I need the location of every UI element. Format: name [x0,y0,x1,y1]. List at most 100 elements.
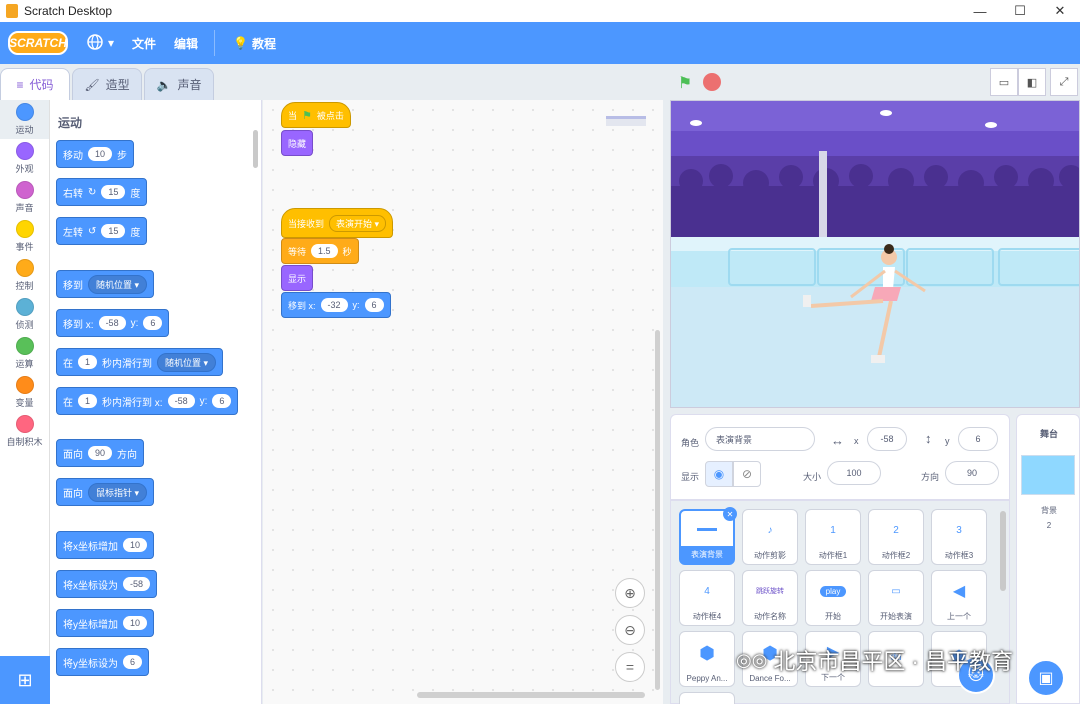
direction-input[interactable]: 90 [945,461,999,485]
large-stage-button[interactable]: ◧ [1018,68,1046,96]
block-input[interactable]: 6 [123,655,143,669]
sprite-tile[interactable]: 1 动作框1 [805,509,861,565]
block-input[interactable]: 6 [364,298,384,312]
block-input[interactable]: -58 [167,394,195,408]
tab-code[interactable]: ≡ 代码 [0,68,70,100]
fullscreen-button[interactable]: ⤢ [1050,68,1078,96]
block-glide-to[interactable]: 在 1 秒内滑行到 随机位置 ▾ [56,348,224,376]
scratch-logo[interactable]: SCRATCH [8,31,68,55]
block-input[interactable]: 15 [101,185,126,199]
block-input[interactable]: 1 [78,355,98,369]
show-label: 显示 [681,472,700,482]
stage-canvas[interactable] [670,100,1080,408]
small-stage-button[interactable]: ▭ [990,68,1018,96]
edit-menu[interactable]: 编辑 [174,35,198,52]
block-move-steps[interactable]: 移动 10 步 [56,140,135,168]
script-area-hscrollbar[interactable] [417,692,645,698]
sprite-tile[interactable]: ✕ ▬▬ 表演背景 [679,507,737,565]
maximize-button[interactable]: ☐ [1000,0,1040,22]
category-my-blocks[interactable]: 自制积木 [0,412,49,451]
category-variables[interactable]: 变量 [0,373,49,412]
block-go-to-xy[interactable]: 移到 x: -58 y: 6 [56,309,170,337]
block-glide-to-xy[interactable]: 在 1 秒内滑行到 x: -58 y: 6 [56,387,239,415]
block-point-direction[interactable]: 面向 90 方向 [56,439,145,467]
script-when-receive[interactable]: 当接收到 表演开始 ▾ [281,208,394,238]
sprite-name-input[interactable]: 表演背景 [705,427,815,451]
block-dropdown[interactable]: 随机位置 ▾ [157,352,217,372]
block-dropdown[interactable]: 鼠标指针 ▾ [88,482,148,502]
block-input[interactable]: 6 [143,316,163,330]
block-input[interactable]: -58 [123,577,151,591]
language-menu[interactable]: ▾ [86,33,114,54]
block-input[interactable]: 1.5 [311,244,338,258]
block-input[interactable]: 10 [123,616,148,630]
hide-sprite-button[interactable]: ⊘ [733,461,761,487]
tab-sounds[interactable]: 🔈 声音 [144,68,214,100]
category-control[interactable]: 控制 [0,256,49,295]
block-change-y[interactable]: 将y坐标增加 10 [56,609,155,637]
show-sprite-button[interactable]: ◉ [705,461,733,487]
y-position-input[interactable]: 6 [958,427,998,451]
script-go-to-xy[interactable]: 移到 x: -32 y: 6 [281,292,391,318]
sprite-list-scrollbar[interactable] [1000,511,1006,591]
sprite-tile[interactable]: ▭ 开始表演 [868,570,924,626]
zoom-reset-button[interactable]: = [615,652,645,682]
block-text: 移动 [63,150,83,162]
zoom-in-button[interactable]: ⊕ [615,578,645,608]
category-looks[interactable]: 外观 [0,139,49,178]
script-when-flag-clicked[interactable]: 当 ⚑ 被点击 [281,102,351,128]
block-input[interactable]: -58 [98,316,126,330]
minimize-button[interactable]: — [960,0,1000,22]
block-turn-left[interactable]: 左转 ↺ 15 度 [56,217,148,245]
sprite-tile[interactable]: ♪ 动作剪影 [742,509,798,565]
sprite-tile[interactable]: ◀ 上一个 [931,570,987,626]
tutorial-menu[interactable]: 💡 教程 [233,35,276,52]
block-input[interactable]: 15 [101,224,126,238]
file-menu[interactable]: 文件 [132,35,156,52]
stop-button[interactable] [703,73,721,91]
block-input[interactable]: -32 [320,298,348,312]
sprite-tile[interactable]: 4 动作框4 [679,570,735,626]
sprite-tile[interactable]: play 开始 [805,570,861,626]
sprite-tile[interactable] [679,692,735,704]
palette-scrollbar[interactable] [253,130,258,168]
sprite-tile[interactable]: 2 动作框2 [868,509,924,565]
tab-costumes[interactable]: 🖌 造型 [72,68,142,100]
block-turn-right[interactable]: 右转 ↻ 15 度 [56,178,148,206]
category-operators[interactable]: 运算 [0,334,49,373]
size-input[interactable]: 100 [827,461,881,485]
sprite-tile[interactable]: 3 动作框3 [931,509,987,565]
script-hide[interactable]: 隐藏 [281,130,314,156]
zoom-out-button[interactable]: ⊖ [615,615,645,645]
green-flag-button[interactable]: ⚑ [674,72,696,94]
block-dropdown[interactable]: 随机位置 ▾ [88,274,148,294]
close-button[interactable]: ✕ [1040,0,1080,22]
block-go-to[interactable]: 移到 随机位置 ▾ [56,270,155,298]
block-point-towards[interactable]: 面向 鼠标指针 ▾ [56,478,155,506]
category-events[interactable]: 事件 [0,217,49,256]
block-input[interactable]: 10 [123,538,148,552]
category-sensing[interactable]: 侦测 [0,295,49,334]
delete-sprite-icon[interactable]: ✕ [723,507,737,521]
block-set-x[interactable]: 将x坐标设为 -58 [56,570,158,598]
script-area-vscrollbar[interactable] [655,330,660,690]
category-motion[interactable]: 运动 [0,100,49,139]
block-change-x[interactable]: 将x坐标增加 10 [56,531,155,559]
sprite-tile[interactable]: 跳跃旋转 动作名称 [742,570,798,626]
block-input[interactable]: 10 [88,147,113,161]
block-input[interactable]: 6 [212,394,232,408]
script-show[interactable]: 显示 [281,265,314,291]
category-label: 外观 [15,164,34,174]
block-input[interactable]: 90 [88,446,113,460]
script-wait[interactable]: 等待 1.5 秒 [281,238,359,264]
stage-selector[interactable]: 舞台 背景 2 ▣ [1016,414,1080,704]
add-extension-button[interactable]: ⊞ [0,656,50,704]
sprite-tile[interactable]: ⬢ Peppy An... [679,631,735,687]
x-position-input[interactable]: -58 [867,427,907,451]
block-dropdown[interactable]: 表演开始 ▾ [329,214,387,232]
block-input[interactable]: 1 [78,394,98,408]
block-set-y[interactable]: 将y坐标设为 6 [56,648,150,676]
category-sound[interactable]: 声音 [0,178,49,217]
script-area[interactable]: 当 ⚑ 被点击 隐藏 当接收到 表演开始 ▾ 等待 1.5 秒 显示 移到 x:… [263,100,663,704]
choose-backdrop-button[interactable]: ▣ [1027,659,1065,697]
